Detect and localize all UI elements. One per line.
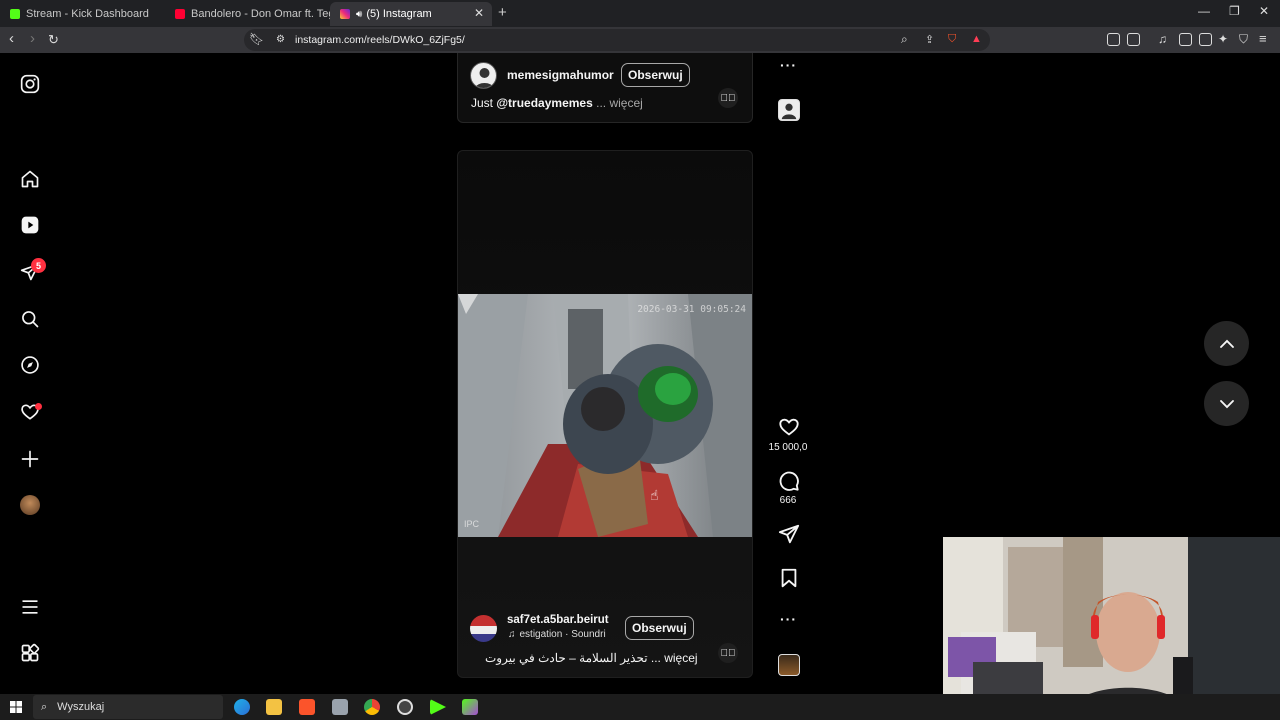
obs-icon[interactable] bbox=[397, 699, 413, 715]
previous-reel-button[interactable] bbox=[1204, 321, 1249, 366]
forward-icon[interactable]: › bbox=[30, 30, 35, 47]
reel-video-frame[interactable]: 2026-03-31 09:05:24 IPC bbox=[458, 294, 752, 537]
reel-player[interactable]: 2026-03-31 09:05:24 IPC bbox=[457, 150, 753, 678]
taskbar-search[interactable]: ⌕ Wyszukaj bbox=[33, 695, 223, 719]
notification-dot bbox=[35, 403, 42, 410]
tab-title: Stream - Kick Dashboard bbox=[26, 8, 149, 20]
brave-browser-icon[interactable] bbox=[299, 699, 315, 715]
hand-cursor-icon: ☝︎ bbox=[650, 487, 659, 503]
create-plus-icon[interactable] bbox=[20, 449, 40, 469]
restore-button[interactable]: ❐ bbox=[1229, 4, 1240, 18]
new-tab-button[interactable]: + bbox=[498, 4, 507, 21]
like-count[interactable]: 15 000,0 bbox=[758, 442, 818, 453]
instagram-logo-icon[interactable] bbox=[20, 74, 40, 94]
kick-app-icon[interactable] bbox=[430, 699, 446, 715]
tab-title: Bandolero - Don Omar ft. Tego Caldera bbox=[191, 8, 330, 20]
vpn-icon[interactable]: ⛉ bbox=[1239, 32, 1248, 47]
brave-rewards-icon[interactable]: ▲ bbox=[971, 33, 982, 45]
tab-close-icon[interactable]: ✕ bbox=[474, 6, 484, 20]
share-icon[interactable]: ⇪ bbox=[925, 33, 934, 46]
chrome-icon[interactable] bbox=[364, 699, 380, 715]
more-menu-icon[interactable] bbox=[20, 597, 40, 617]
previous-reel-avatar[interactable] bbox=[470, 62, 497, 89]
tab-title: (5) Instagram bbox=[366, 8, 432, 20]
search-icon[interactable] bbox=[20, 309, 40, 329]
audio-thumbnail[interactable] bbox=[778, 654, 800, 676]
windows-taskbar: ⌕ Wyszukaj bbox=[0, 694, 1280, 720]
follow-button[interactable]: Obserwuj bbox=[621, 63, 690, 87]
bookmark-icon[interactable]: 🔖︎ bbox=[249, 32, 264, 46]
tab-youtube-bandolero[interactable]: Bandolero - Don Omar ft. Tego Caldera bbox=[165, 2, 330, 26]
follow-author-button[interactable]: Obserwuj bbox=[625, 616, 694, 640]
reel-sound-toggle-icon[interactable]: ◂ﾞ bbox=[718, 643, 738, 663]
media-icon[interactable]: ♫ bbox=[1158, 32, 1167, 46]
camera-label: IPC bbox=[464, 519, 480, 529]
edge-icon[interactable] bbox=[234, 699, 250, 715]
reload-icon[interactable]: ↻ bbox=[48, 32, 59, 48]
mention-link[interactable]: @truedaymemes bbox=[496, 96, 592, 110]
close-window-button[interactable]: ✕ bbox=[1259, 4, 1269, 18]
tab-kick-dashboard[interactable]: Stream - Kick Dashboard bbox=[0, 2, 165, 26]
more-options-icon[interactable]: ··· bbox=[780, 611, 797, 627]
comment-count[interactable]: 666 bbox=[758, 495, 818, 506]
streaming-tool-icon[interactable] bbox=[462, 699, 478, 715]
speaker-icon: 🔊︎ bbox=[356, 8, 363, 20]
video-timestamp: 2026-03-31 09:05:24 bbox=[637, 304, 746, 315]
music-note-icon: ♫ bbox=[508, 629, 516, 640]
also-from-meta-icon[interactable] bbox=[20, 643, 40, 663]
profile-avatar[interactable] bbox=[20, 495, 40, 515]
windows-start-icon[interactable] bbox=[10, 701, 22, 713]
file-explorer-icon[interactable] bbox=[266, 699, 282, 715]
share-icon[interactable] bbox=[778, 523, 800, 545]
previous-reel-card bbox=[457, 53, 753, 123]
reel-caption[interactable]: تحذير السلامة – حادث في بيروت ... więcej bbox=[485, 651, 698, 665]
home-icon[interactable] bbox=[20, 169, 40, 189]
search-placeholder: Wyszukaj bbox=[57, 701, 105, 713]
browser-tab-strip: Stream - Kick Dashboard Bandolero - Don … bbox=[0, 0, 1280, 27]
previous-audio-thumbnail[interactable] bbox=[778, 99, 800, 121]
reels-icon[interactable] bbox=[20, 215, 40, 235]
screen: Stream - Kick Dashboard Bandolero - Don … bbox=[0, 0, 1280, 720]
extensions-icon[interactable] bbox=[1107, 33, 1120, 46]
zoom-icon[interactable]: ⌕ bbox=[901, 32, 908, 47]
audio-label: estigation · Soundri bbox=[519, 629, 606, 640]
url-text[interactable]: instagram.com/reels/DWkO_6ZjFg5/ bbox=[295, 34, 465, 46]
comment-icon[interactable] bbox=[778, 470, 800, 492]
previous-reel-caption: Just @truedaymemes ... więcej bbox=[471, 96, 643, 110]
elevator-video-image bbox=[458, 294, 752, 537]
instagram-favicon-icon bbox=[340, 9, 350, 19]
leo-ai-icon[interactable]: ✦ bbox=[1218, 32, 1228, 46]
save-bookmark-icon[interactable] bbox=[778, 567, 800, 589]
sidebar-toggle-icon[interactable] bbox=[1179, 33, 1192, 46]
chevron-down-icon bbox=[1219, 399, 1234, 408]
streamer-webcam-overlay bbox=[943, 537, 1280, 720]
reel-author-avatar[interactable] bbox=[470, 615, 497, 642]
previous-more-options-icon[interactable]: ··· bbox=[780, 57, 797, 73]
wallet-icon[interactable] bbox=[1199, 33, 1212, 46]
youtube-favicon-icon bbox=[175, 9, 185, 19]
minimize-button[interactable]: — bbox=[1198, 4, 1210, 18]
more-link[interactable]: ... więcej bbox=[596, 96, 643, 110]
screenshot-icon[interactable] bbox=[1127, 33, 1140, 46]
explore-icon[interactable] bbox=[20, 355, 40, 375]
back-icon[interactable]: ‹ bbox=[9, 30, 14, 47]
kick-favicon-icon bbox=[10, 9, 20, 19]
reel-audio-info[interactable]: ♫ estigation · Soundri bbox=[508, 629, 606, 640]
site-settings-icon[interactable]: ⚙︎ bbox=[276, 34, 285, 45]
reel-author-username[interactable]: saf7et.a5bar.beirut bbox=[507, 614, 609, 626]
menu-icon[interactable]: ≡ bbox=[1259, 31, 1267, 46]
webcam-image bbox=[943, 537, 1280, 720]
tab-instagram[interactable]: 🔊︎ (5) Instagram ✕ bbox=[330, 2, 492, 26]
app-icon[interactable] bbox=[332, 699, 348, 715]
like-heart-icon[interactable] bbox=[778, 416, 800, 438]
previous-reel-username[interactable]: memesigmahumor bbox=[507, 68, 614, 82]
notification-badge: 5 bbox=[31, 258, 46, 273]
chevron-up-icon bbox=[1219, 339, 1234, 348]
brave-shield-icon[interactable]: ⛉ bbox=[948, 33, 956, 46]
next-reel-button[interactable] bbox=[1204, 381, 1249, 426]
address-toolbar: ‹ › ↻ 🔖︎ ⚙︎ instagram.com/reels/DWkO_6Zj… bbox=[0, 27, 1280, 53]
sound-toggle-icon[interactable]: ◂ﾞ bbox=[718, 88, 738, 108]
search-icon: ⌕ bbox=[41, 700, 48, 713]
